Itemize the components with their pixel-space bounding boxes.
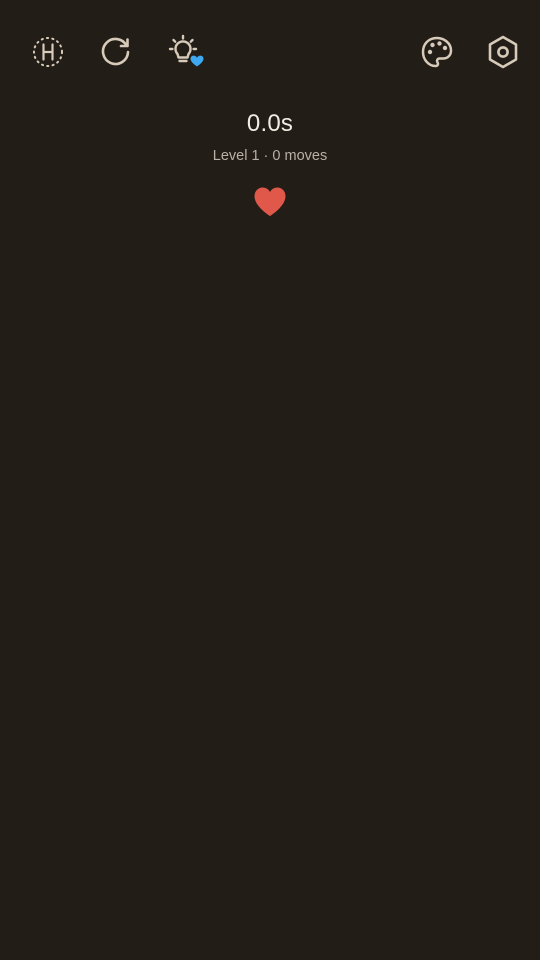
game-hud: 0.0s Level 1 · 0 moves bbox=[0, 104, 540, 168]
restart-button[interactable] bbox=[94, 30, 138, 74]
theme-palette-button[interactable] bbox=[415, 30, 459, 74]
settings-hex-icon bbox=[488, 35, 518, 69]
heart-icon bbox=[254, 187, 286, 216]
palette-icon bbox=[421, 36, 453, 68]
timer-display: 0.0s bbox=[246, 110, 294, 137]
level-status: Level 1 · 0 moves bbox=[212, 148, 328, 164]
hint-badge-heart bbox=[190, 55, 204, 67]
lightbulb-hint-icon bbox=[168, 34, 204, 67]
restart-icon bbox=[101, 37, 130, 66]
top-toolbar bbox=[0, 30, 540, 74]
settings-button[interactable] bbox=[481, 30, 525, 74]
hexagon-h-icon bbox=[33, 37, 63, 67]
game-board[interactable] bbox=[0, 240, 540, 960]
how-to-play-button[interactable] bbox=[26, 30, 70, 74]
hint-button[interactable] bbox=[161, 30, 205, 74]
